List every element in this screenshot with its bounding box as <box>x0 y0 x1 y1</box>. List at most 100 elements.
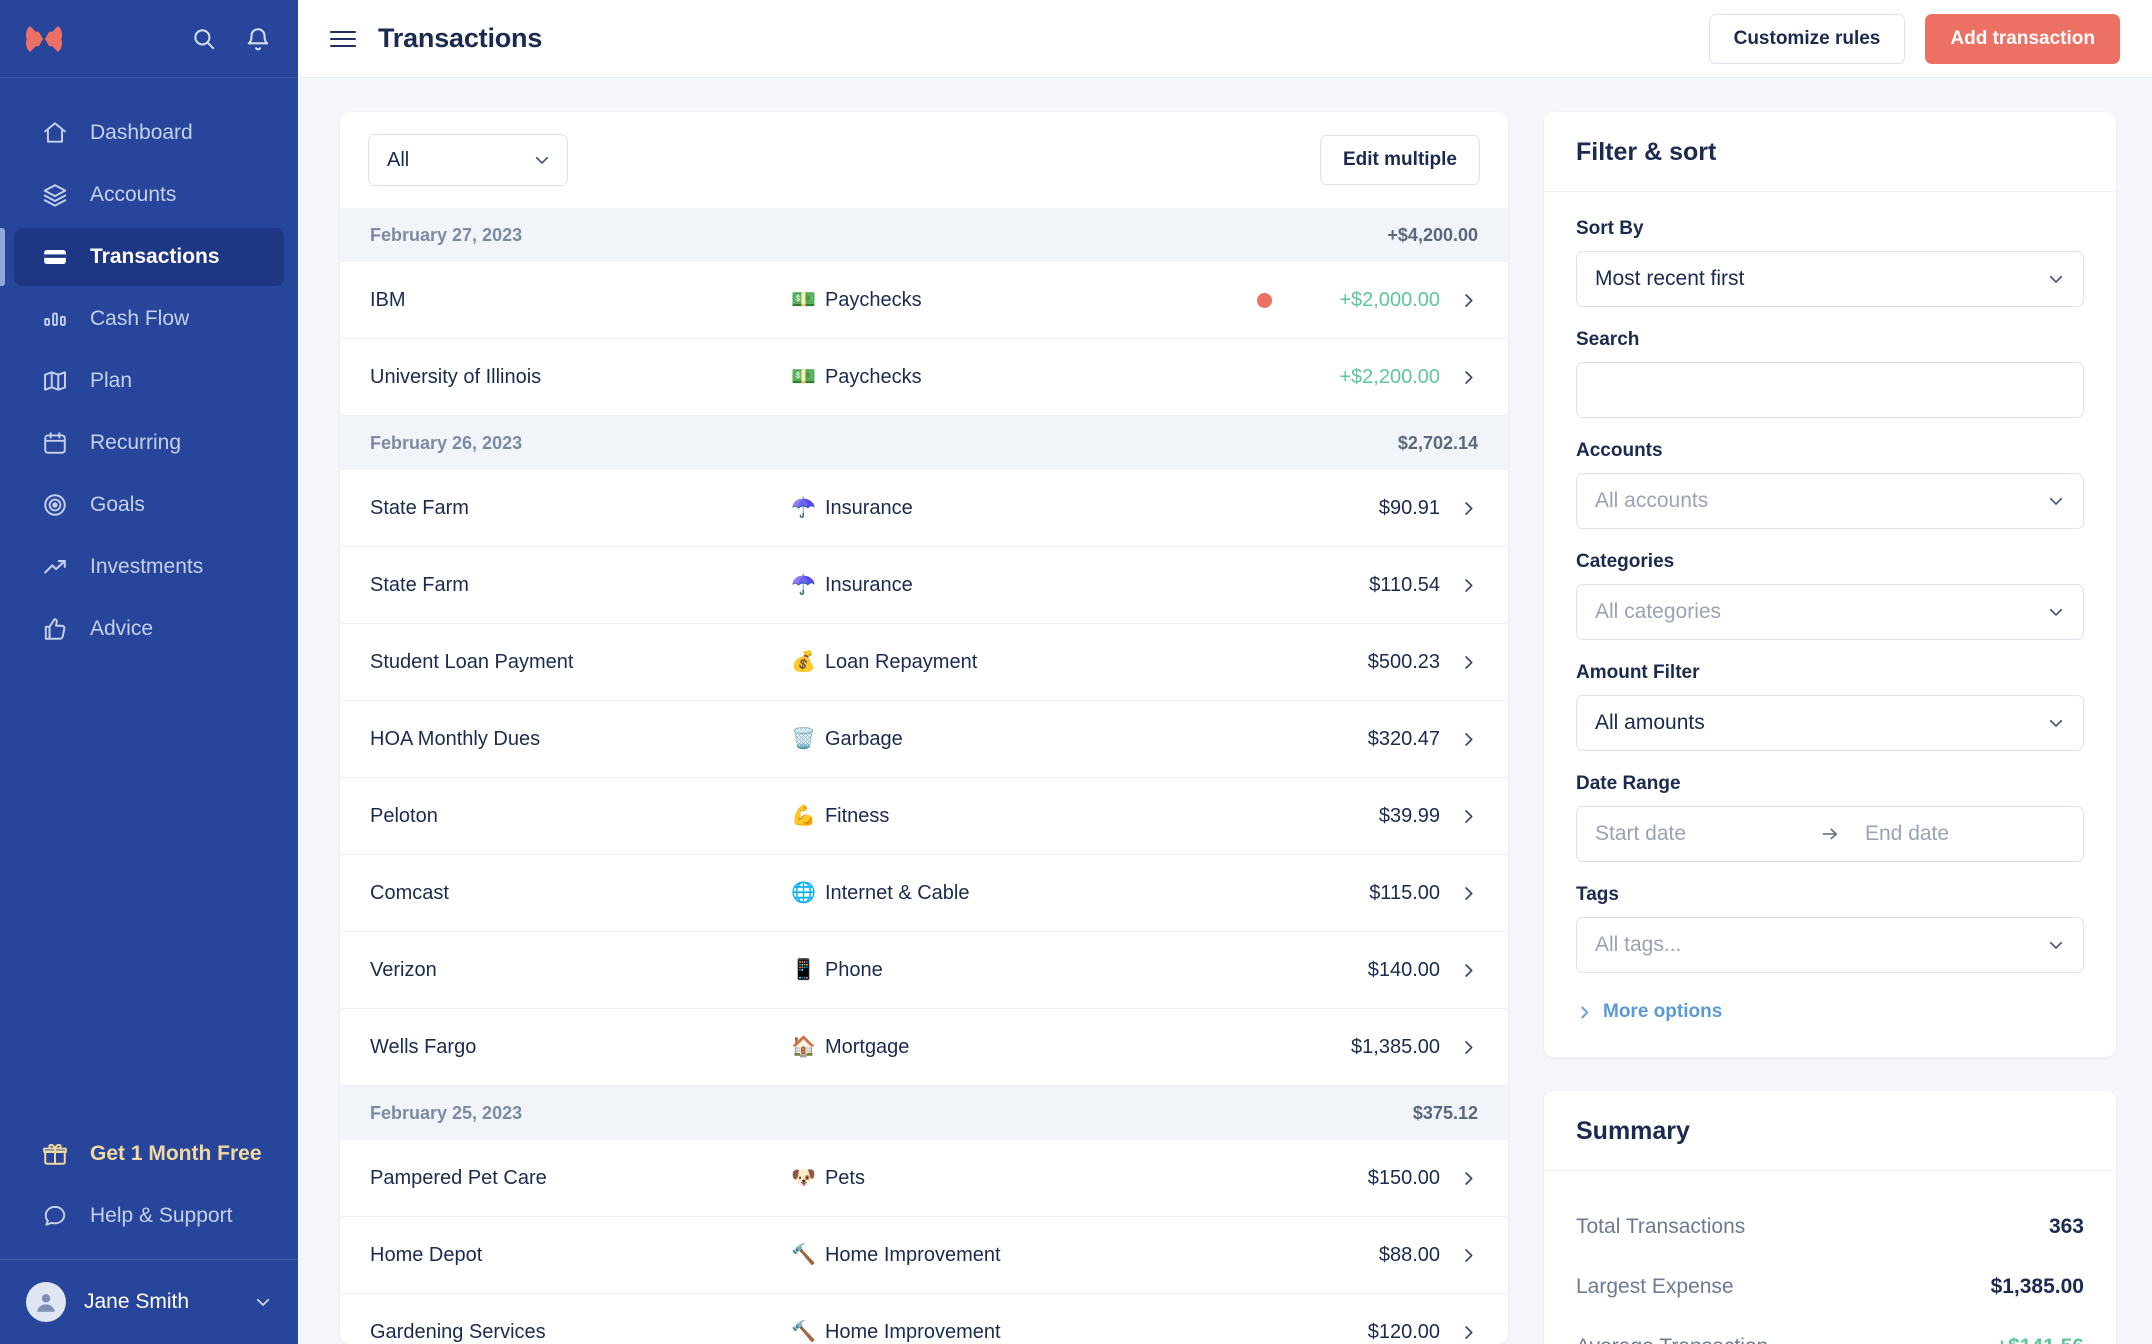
start-date-input[interactable]: Start date <box>1577 807 1813 861</box>
customize-rules-button[interactable]: Customize rules <box>1708 13 1906 64</box>
chevron-right-icon[interactable] <box>1458 499 1478 518</box>
edit-multiple-button[interactable]: Edit multiple <box>1320 135 1480 185</box>
transaction-row[interactable]: HOA Monthly Dues 🗑️ Garbage $320.47 <box>340 701 1508 778</box>
summary-row: Average Transaction +$141.56 <box>1576 1317 2084 1344</box>
transaction-amount: $115.00 <box>1369 881 1440 904</box>
transaction-row[interactable]: Gardening Services 🔨 Home Improvement $120.… <box>340 1294 1508 1344</box>
transaction-row[interactable]: IBM 💵 Paychecks +$2,000.00 <box>340 262 1508 339</box>
transaction-merchant: HOA Monthly Dues <box>370 727 541 750</box>
right-rail: Filter & sort Sort By Most recent first <box>1544 112 2116 1344</box>
transaction-right: $120.00 <box>1290 1321 1478 1344</box>
transaction-type-filter[interactable]: All <box>368 134 568 186</box>
transaction-amount: $39.99 <box>1378 804 1440 827</box>
chevron-down-icon <box>2047 603 2065 621</box>
sidebar-nav: Dashboard Accounts Transactions Cash Flo… <box>0 78 298 1121</box>
summary-label: Average Transaction <box>1576 1335 1768 1344</box>
chevron-down-icon[interactable] <box>254 1293 272 1311</box>
summary-label: Largest Expense <box>1576 1275 1734 1298</box>
chevron-right-icon[interactable] <box>1458 1323 1478 1342</box>
transaction-amount: +$2,200.00 <box>1339 365 1440 388</box>
tags-value: All tags... <box>1595 933 1682 956</box>
transaction-row[interactable]: State Farm ☂️ Insurance $110.54 <box>340 547 1508 624</box>
chevron-down-icon <box>2047 270 2065 288</box>
end-date-input[interactable]: End date <box>1847 807 2083 861</box>
amount-filter-label: Amount Filter <box>1576 662 1700 683</box>
category-label: Pets <box>824 1166 865 1189</box>
chevron-right-icon[interactable] <box>1458 291 1478 310</box>
review-flag-dot-icon[interactable] <box>1257 292 1272 308</box>
hamburger-menu-icon[interactable] <box>330 26 356 52</box>
sidebar-item-accounts[interactable]: Accounts <box>14 166 284 224</box>
chevron-right-icon[interactable] <box>1458 368 1478 387</box>
chevron-right-icon[interactable] <box>1458 730 1478 749</box>
transaction-date-label: February 26, 2023 <box>370 432 523 453</box>
accounts-label: Accounts <box>1576 440 1663 461</box>
sidebar-item-transactions[interactable]: Transactions <box>0 228 284 286</box>
transaction-row[interactable]: Pampered Pet Care 🐶 Pets $150.00 <box>340 1140 1508 1217</box>
accounts-select[interactable]: All accounts <box>1576 473 2084 529</box>
transaction-row[interactable]: Peloton 💪 Fitness $39.99 <box>340 778 1508 855</box>
transaction-row[interactable]: Wells Fargo 🏠 Mortgage $1,385.00 <box>340 1009 1508 1086</box>
category-label: Garbage <box>824 727 903 750</box>
chevron-right-icon[interactable] <box>1458 653 1478 672</box>
category-emoji-icon: 🔨 <box>791 1321 816 1343</box>
card-icon <box>40 242 70 272</box>
chevron-right-icon[interactable] <box>1458 576 1478 595</box>
category-label: Mortgage <box>824 1035 910 1058</box>
sidebar-item-cash-flow[interactable]: Cash Flow <box>14 290 284 348</box>
arrow-right-icon <box>1813 824 1847 844</box>
chevron-right-icon[interactable] <box>1458 1169 1478 1188</box>
add-transaction-button[interactable]: Add transaction <box>1925 13 2120 64</box>
get-free-month-button[interactable]: Get 1 Month Free <box>14 1125 284 1183</box>
amount-filter-select[interactable]: All amounts <box>1576 695 2084 751</box>
more-options-button[interactable]: More options <box>1576 1001 2084 1023</box>
categories-select[interactable]: All categories <box>1576 584 2084 640</box>
transaction-category: 💵 Paychecks <box>791 289 1257 312</box>
sidebar-item-investments[interactable]: Investments <box>14 538 284 596</box>
transaction-row[interactable]: State Farm ☂️ Insurance $90.91 <box>340 470 1508 547</box>
user-menu[interactable]: Jane Smith <box>0 1260 298 1344</box>
gift-icon <box>40 1139 70 1169</box>
transaction-row[interactable]: Comcast 🌐 Internet & Cable $115.00 <box>340 855 1508 932</box>
sort-by-select[interactable]: Most recent first <box>1576 251 2084 307</box>
chevron-right-icon[interactable] <box>1458 961 1478 980</box>
transaction-amount: $1,385.00 <box>1351 1035 1440 1058</box>
toolbar-right: Edit multiple <box>1320 135 1480 185</box>
help-support-button[interactable]: Help & Support <box>14 1187 284 1245</box>
search-input[interactable] <box>1576 362 2084 418</box>
transaction-row[interactable]: Home Depot 🔨 Home Improvement $88.00 <box>340 1217 1508 1294</box>
search-icon[interactable] <box>190 25 218 53</box>
avatar <box>26 1282 66 1322</box>
calendar-icon <box>40 428 70 458</box>
summary-value: 363 <box>2048 1215 2084 1238</box>
sort-by-value: Most recent first <box>1595 267 1745 290</box>
transaction-row[interactable]: Student Loan Payment 💰 Loan Repayment $500.… <box>340 624 1508 701</box>
chevron-down-icon <box>2047 936 2065 954</box>
topbar: Transactions Customize rules Add transac… <box>298 0 2152 78</box>
tags-select[interactable]: All tags... <box>1576 917 2084 973</box>
transaction-category: 🐶 Pets <box>791 1167 1290 1190</box>
sidebar-item-dashboard[interactable]: Dashboard <box>14 104 284 162</box>
transaction-date-total: $2,702.14 <box>1397 432 1478 453</box>
transaction-amount: $90.91 <box>1378 496 1440 519</box>
accounts-field: Accounts All accounts <box>1576 440 2084 529</box>
main-area: Transactions Customize rules Add transac… <box>298 0 2152 1344</box>
summary-panel-body: Total Transactions 363 Largest Expense $1,3… <box>1544 1171 2116 1344</box>
sidebar-item-recurring[interactable]: Recurring <box>14 414 284 472</box>
chevron-right-icon[interactable] <box>1458 1246 1478 1265</box>
chevron-right-icon[interactable] <box>1458 884 1478 903</box>
transaction-row[interactable]: Verizon 📱 Phone $140.00 <box>340 932 1508 1009</box>
chevron-right-icon[interactable] <box>1458 1038 1478 1057</box>
chevron-right-icon[interactable] <box>1458 807 1478 826</box>
filter-panel-header: Filter & sort <box>1544 112 2116 192</box>
transaction-row[interactable]: University of Illinois 💵 Paychecks +$2,200.… <box>340 339 1508 416</box>
bell-icon[interactable] <box>244 25 272 53</box>
sidebar-item-goals[interactable]: Goals <box>14 476 284 534</box>
filter-panel-body: Sort By Most recent first Search Account… <box>1544 192 2116 1057</box>
chevron-down-icon <box>2047 714 2065 732</box>
sidebar-item-advice[interactable]: Advice <box>14 600 284 658</box>
sidebar-item-plan[interactable]: Plan <box>14 352 284 410</box>
sidebar-item-label: Recurring <box>90 431 182 454</box>
butterfly-logo[interactable] <box>22 17 66 61</box>
category-emoji-icon: ☂️ <box>791 574 816 596</box>
